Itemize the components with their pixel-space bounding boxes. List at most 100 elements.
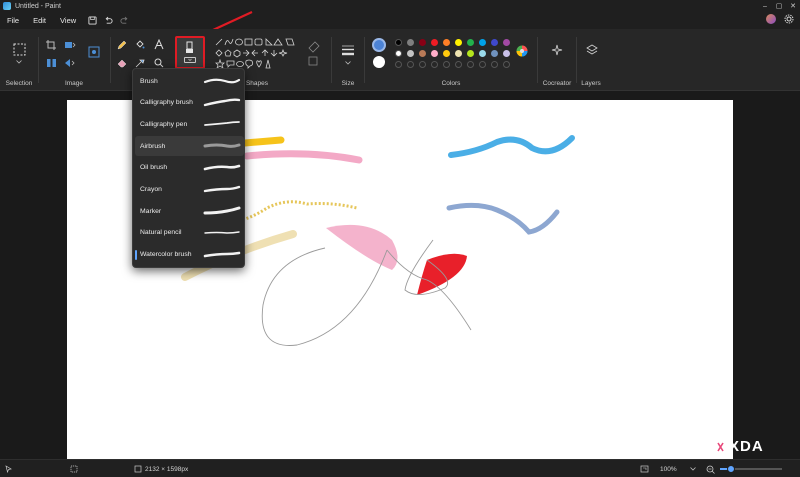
menu-file[interactable]: File: [0, 16, 26, 25]
menu-edit[interactable]: Edit: [26, 16, 53, 25]
minimize-button[interactable]: –: [758, 0, 772, 12]
brush-preview-icon: [203, 78, 241, 84]
palette-swatch[interactable]: [395, 39, 402, 46]
brush-preview-icon: [203, 206, 241, 215]
cocreator-icon[interactable]: [550, 43, 564, 57]
colors-label: Colors: [441, 80, 461, 87]
eraser-icon[interactable]: [116, 57, 128, 69]
crop-icon[interactable]: [45, 39, 57, 51]
palette-swatch[interactable]: [407, 39, 414, 46]
brush-preview-icon: [203, 185, 241, 192]
brush-option[interactable]: Brush: [135, 71, 244, 91]
window-title: Untitled - Paint: [15, 2, 61, 10]
secondary-color-swatch[interactable]: [373, 56, 385, 68]
flip-icon[interactable]: [45, 57, 57, 69]
brush-preview-icon: [204, 121, 240, 127]
selection-icon[interactable]: [11, 41, 27, 57]
palette-swatch[interactable]: [419, 39, 426, 46]
palette-swatch[interactable]: [467, 39, 474, 46]
colors-group: Colors: [365, 29, 537, 91]
palette-swatch[interactable]: [503, 50, 510, 57]
custom-color-slot[interactable]: [419, 61, 426, 68]
custom-color-slot[interactable]: [395, 61, 402, 68]
fit-to-window-icon[interactable]: [640, 460, 649, 477]
brush-preview-icon: [203, 164, 241, 171]
palette-swatch[interactable]: [479, 39, 486, 46]
palette-swatch[interactable]: [407, 50, 414, 57]
custom-color-slot[interactable]: [467, 61, 474, 68]
shape-outline-fill-icon[interactable]: [306, 39, 322, 69]
brush-option[interactable]: Watercolor brush: [135, 245, 244, 265]
palette-swatch[interactable]: [431, 39, 438, 46]
palette-swatch[interactable]: [455, 50, 462, 57]
brush-option[interactable]: Crayon: [135, 180, 244, 200]
brush-option[interactable]: Calligraphy brush: [135, 93, 244, 113]
size-chevron-down-icon[interactable]: [344, 60, 352, 66]
size-icon[interactable]: [340, 42, 356, 58]
menu-bar: File Edit View: [0, 12, 800, 29]
custom-color-slot[interactable]: [479, 61, 486, 68]
save-icon[interactable]: [85, 14, 99, 28]
brush-chevron-icon: [184, 57, 196, 63]
menu-view[interactable]: View: [53, 16, 83, 25]
brush-option[interactable]: Airbrush: [135, 136, 244, 157]
brush-option-label: Calligraphy pen: [140, 120, 188, 128]
custom-color-slot[interactable]: [443, 61, 450, 68]
palette-swatch[interactable]: [491, 39, 498, 46]
canvas-size-icon: [134, 460, 142, 477]
brush-option-label: Watercolor brush: [140, 251, 192, 259]
zoom-chevron-icon[interactable]: [690, 460, 696, 477]
palette-swatch[interactable]: [503, 39, 510, 46]
pencil-icon[interactable]: [116, 39, 128, 51]
custom-color-slot[interactable]: [491, 61, 498, 68]
zoom-level[interactable]: 100%: [660, 460, 677, 477]
custom-color-slot[interactable]: [503, 61, 510, 68]
palette-swatch[interactable]: [395, 50, 402, 57]
palette-swatch[interactable]: [491, 50, 498, 57]
zoom-out-icon[interactable]: [706, 460, 715, 477]
palette-swatch[interactable]: [419, 50, 426, 57]
custom-color-slot[interactable]: [407, 61, 414, 68]
brushes-button[interactable]: [175, 36, 205, 69]
selected-indicator: [135, 249, 137, 260]
palette-swatch[interactable]: [431, 50, 438, 57]
primary-color-swatch[interactable]: [372, 38, 386, 52]
palette-swatch[interactable]: [479, 50, 486, 57]
image-select-icon[interactable]: [87, 45, 101, 59]
palette-swatch[interactable]: [455, 39, 462, 46]
image-label: Image: [64, 80, 84, 87]
status-bar: 2132 × 1598px 100%: [0, 459, 800, 477]
brush-option-label: Oil brush: [140, 164, 168, 172]
brush-option[interactable]: Oil brush: [135, 158, 244, 178]
brush-option[interactable]: Calligraphy pen: [135, 114, 244, 134]
brush-icon: [186, 41, 193, 53]
text-icon[interactable]: [153, 38, 165, 51]
window-controls: – ▢ ✕: [758, 0, 800, 12]
palette-swatch[interactable]: [467, 50, 474, 57]
custom-color-slot[interactable]: [455, 61, 462, 68]
close-button[interactable]: ✕: [786, 0, 800, 12]
edit-colors-icon[interactable]: [515, 44, 529, 58]
maximize-button[interactable]: ▢: [772, 0, 786, 12]
account-avatar[interactable]: [766, 14, 776, 24]
fill-bucket-icon[interactable]: [134, 39, 146, 51]
ribbon-toolbar: Selection Image Shapes Size Colors Cocre…: [0, 29, 800, 91]
layers-icon[interactable]: [585, 43, 599, 57]
rotate-icon[interactable]: [63, 57, 77, 69]
custom-color-slot[interactable]: [431, 61, 438, 68]
chevron-down-icon[interactable]: [15, 59, 23, 65]
brush-option[interactable]: Marker: [135, 201, 244, 221]
palette-swatch[interactable]: [443, 39, 450, 46]
xda-logo-icon: [714, 438, 727, 455]
shapes-gallery-icon[interactable]: [215, 38, 301, 70]
settings-icon[interactable]: [784, 14, 794, 26]
palette-swatch[interactable]: [443, 50, 450, 57]
brush-option[interactable]: Natural pencil: [135, 223, 244, 243]
resize-icon[interactable]: [63, 39, 77, 51]
zoom-slider[interactable]: [720, 460, 782, 477]
brush-preview-icon: [203, 251, 241, 257]
layers-group: Layers: [577, 29, 605, 91]
zoom-slider-thumb[interactable]: [727, 465, 735, 473]
undo-icon[interactable]: [101, 14, 115, 28]
redo-icon[interactable]: [117, 14, 131, 28]
